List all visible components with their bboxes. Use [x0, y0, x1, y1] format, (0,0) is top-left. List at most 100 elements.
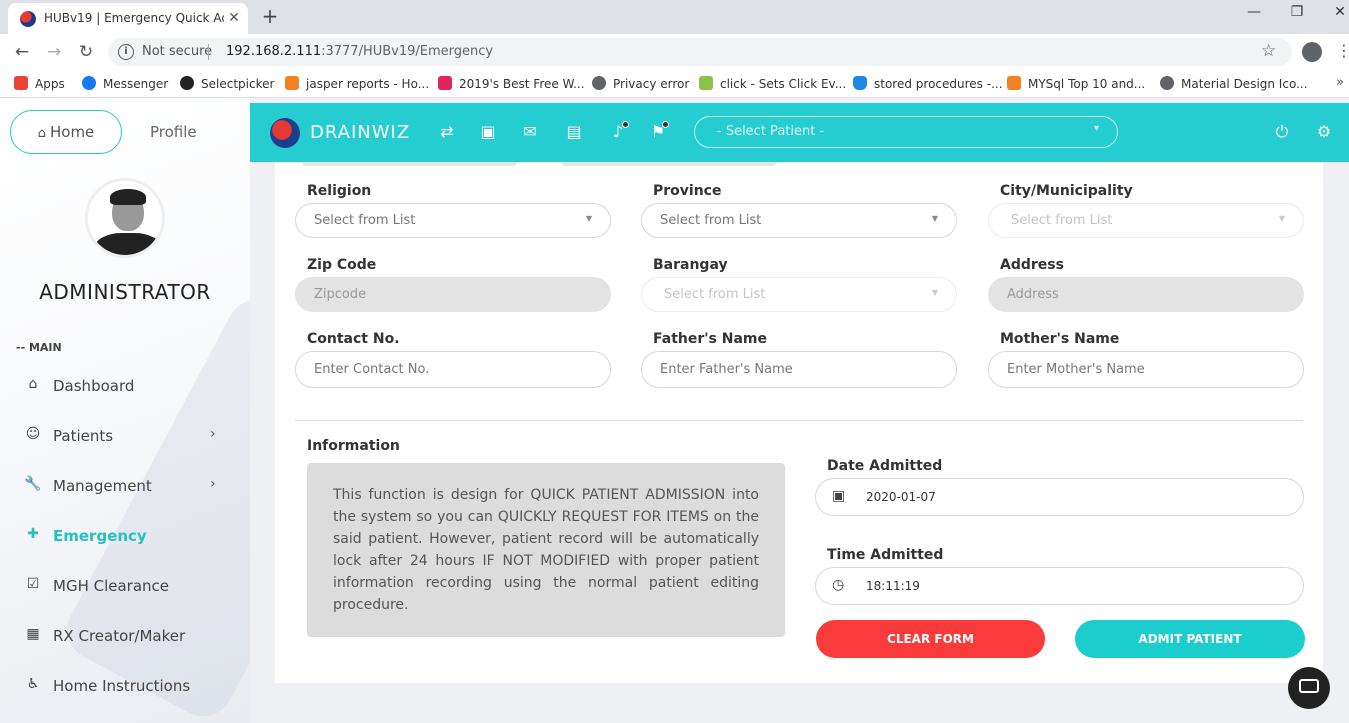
bookmark-apps[interactable]: Apps [14, 76, 65, 91]
account-icon[interactable] [1302, 42, 1322, 62]
address-bar: ← → ↻ i Not secure 192.168.2.111:3777/HU… [0, 34, 1349, 70]
bookmark-click-sets[interactable]: click - Sets Click Ev... [699, 76, 846, 91]
religion-select-value: Select from List [314, 213, 416, 228]
father-label: Father's Name [653, 331, 767, 347]
province-select-value: Select from List [660, 213, 762, 228]
brand-name[interactable]: DRAINWIZ [310, 122, 410, 143]
religion-select[interactable]: Select from List ▼ [295, 203, 611, 238]
url-input[interactable]: i Not secure 192.168.2.111:3777/HUBv19/E… [108, 38, 1292, 66]
new-tab-button[interactable]: + [258, 4, 282, 28]
contact-card-icon[interactable]: ▤ [563, 121, 585, 143]
mail-icon[interactable]: ✉ [519, 121, 541, 143]
chat-button[interactable] [1288, 667, 1330, 709]
brand-logo-icon[interactable] [270, 118, 300, 148]
sidebar-item-label: Home Instructions [53, 677, 191, 695]
bookmark-label: stored procedures -... [874, 77, 1003, 91]
minimize-button[interactable]: — [1242, 4, 1266, 24]
date-admitted-field[interactable]: ▣ 2020-01-07 [815, 478, 1304, 516]
admit-patient-button[interactable]: ADMIT PATIENT [1075, 620, 1305, 658]
browser-tab-bar: HUBv19 | Emergency Quick Admi ✕ + — ❐ ✕ [0, 0, 1349, 34]
browser-menu-icon[interactable]: ⋮ [1336, 41, 1349, 60]
province-label: Province [653, 183, 722, 199]
gear-icon[interactable]: ⚙ [1313, 121, 1335, 143]
chevron-down-icon: ▾ [1093, 123, 1099, 134]
mother-field[interactable]: Enter Mother's Name [988, 351, 1304, 388]
bookmark-stored-procedures[interactable]: stored procedures -... [853, 76, 1003, 91]
sidebar-item-home-instructions[interactable]: ♿ Home Instructions [24, 672, 244, 702]
bookmarks-overflow-icon[interactable]: » [1336, 75, 1344, 90]
time-admitted-field[interactable]: ◷ 18:11:19 [815, 567, 1304, 605]
sidebar-item-label: RX Creator/Maker [53, 627, 186, 645]
bookmark-mysql[interactable]: MYSql Top 10 and... [1007, 76, 1145, 91]
info-icon[interactable]: i [118, 44, 134, 60]
app-header: DRAINWIZ ⇄ ▣ ✉ ▤ ♪ ⚑ - Select Patient - … [250, 103, 1349, 162]
province-select[interactable]: Select from List ▼ [641, 203, 957, 238]
address-label: Address [1000, 257, 1064, 273]
bookmark-material-design[interactable]: Material Design Ico... [1160, 76, 1308, 91]
maximize-button[interactable]: ❐ [1285, 4, 1309, 24]
flag-notification-dot [662, 121, 669, 128]
sidebar-item-management[interactable]: 🔧 Management › [24, 472, 244, 502]
father-field[interactable]: Enter Father's Name [641, 351, 957, 388]
barangay-select-value: Select from List [664, 287, 766, 302]
tab-close-icon[interactable]: ✕ [225, 9, 243, 27]
bookmark-label: Messenger [103, 77, 169, 91]
address-placeholder: Address [1007, 287, 1059, 302]
zip-field[interactable]: Zipcode [295, 277, 611, 312]
clock-icon: ◷ [832, 577, 845, 593]
field-stub [302, 162, 517, 166]
contact-field[interactable]: Enter Contact No. [295, 351, 611, 388]
back-icon[interactable]: ← [11, 41, 33, 63]
stackoverflow-icon [1007, 76, 1021, 90]
chevron-down-icon: ▼ [585, 214, 592, 223]
calendar-icon[interactable]: ▣ [477, 121, 499, 143]
bookmark-messenger[interactable]: Messenger [82, 76, 168, 91]
browser-tab[interactable]: HUBv19 | Emergency Quick Admi ✕ [8, 3, 248, 34]
mother-placeholder: Enter Mother's Name [1007, 362, 1145, 377]
bookmark-label: Privacy error [613, 77, 690, 91]
home-tab[interactable]: ⌂ Home [10, 110, 122, 154]
github-icon [180, 76, 194, 90]
sidebar-item-rx-creator[interactable]: ▦ RX Creator/Maker [24, 622, 244, 652]
forward-icon[interactable]: → [43, 41, 65, 63]
information-box: This function is design for QUICK PATIEN… [307, 463, 785, 637]
chat-icon [1299, 679, 1319, 693]
sidebar-background-art [56, 289, 250, 723]
bookmark-selectpicker[interactable]: Selectpicker [180, 76, 274, 91]
check-box-icon: ☑ [26, 576, 40, 592]
field-stub [562, 162, 777, 166]
sidebar-item-label: Management [53, 477, 152, 495]
reload-icon[interactable]: ↻ [75, 41, 97, 63]
patient-select[interactable]: - Select Patient - ▾ [694, 116, 1118, 148]
bookmark-jasper[interactable]: jasper reports - Ho... [285, 76, 429, 91]
url-host: 192.168.2.111 [226, 44, 322, 59]
sidebar-item-mgh-clearance[interactable]: ☑ MGH Clearance [24, 572, 244, 602]
close-window-button[interactable]: ✕ [1328, 4, 1349, 24]
omnibox-divider [208, 44, 209, 60]
sidebar-item-emergency[interactable]: ✚ Emergency [24, 522, 244, 552]
city-select[interactable]: Select from List ▼ [988, 203, 1304, 238]
bookmark-best-free[interactable]: 2019's Best Free W... [438, 76, 585, 91]
profile-tab[interactable]: Profile [150, 123, 197, 141]
sparkle-icon [699, 76, 713, 90]
power-icon[interactable]: ⏻ [1271, 121, 1293, 143]
city-select-value: Select from List [1011, 213, 1113, 228]
section-label-main: -- MAIN [16, 341, 62, 354]
date-admitted-label: Date Admitted [827, 458, 943, 474]
bookmark-privacy-error[interactable]: Privacy error [592, 76, 689, 91]
accessibility-icon: ♿ [26, 676, 40, 692]
bookmark-star-icon[interactable]: ☆ [1261, 41, 1276, 61]
father-placeholder: Enter Father's Name [660, 362, 793, 377]
patient-select-value: - Select Patient - [717, 124, 825, 139]
chevron-right-icon: › [210, 476, 216, 492]
sidebar-item-dashboard[interactable]: ⌂ Dashboard [24, 372, 244, 402]
home-icon: ⌂ [37, 126, 46, 141]
sidebar-item-label: Emergency [53, 527, 147, 545]
clear-form-button[interactable]: CLEAR FORM [816, 620, 1045, 658]
time-admitted-value: 18:11:19 [866, 579, 920, 593]
barangay-select[interactable]: Select from List ▼ [641, 277, 957, 312]
sidebar-item-patients[interactable]: ☺ Patients › [24, 422, 244, 452]
sidebar-item-label: Patients [53, 427, 114, 445]
address-field[interactable]: Address [988, 277, 1304, 312]
swap-icon[interactable]: ⇄ [436, 121, 458, 143]
